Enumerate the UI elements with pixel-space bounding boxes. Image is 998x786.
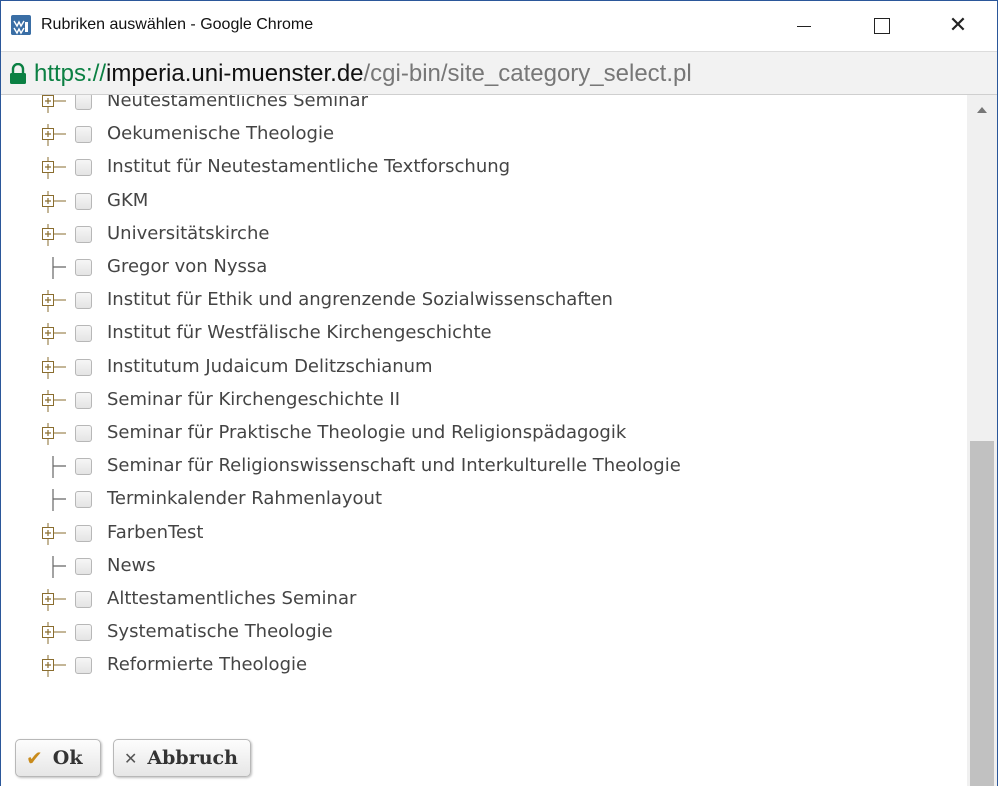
tree-item[interactable]: Institut für Ethik und angrenzende Sozia… bbox=[1, 286, 941, 319]
category-label: Reformierte Theologie bbox=[107, 654, 308, 676]
vertical-scrollbar[interactable] bbox=[967, 95, 997, 786]
category-label: News bbox=[107, 554, 156, 576]
category-label: GKM bbox=[107, 189, 149, 211]
category-checkbox[interactable] bbox=[75, 358, 92, 376]
tree-expand-icon[interactable] bbox=[41, 522, 67, 545]
tree-item[interactable]: Seminar für Praktische Theologie und Rel… bbox=[1, 419, 941, 452]
tree-item[interactable]: Institut für Neutestamentliche Textforsc… bbox=[1, 153, 941, 186]
category-checkbox[interactable] bbox=[75, 425, 92, 442]
minimize-button[interactable] bbox=[781, 1, 827, 51]
tree-expand-icon[interactable] bbox=[41, 655, 67, 678]
tree-expand-icon[interactable] bbox=[41, 290, 67, 313]
category-checkbox[interactable] bbox=[75, 159, 92, 177]
tree-item[interactable]: Universitätskirche bbox=[1, 220, 941, 253]
tree-branch-line-icon bbox=[41, 489, 67, 512]
tree-item[interactable]: GKM bbox=[1, 187, 941, 220]
category-checkbox[interactable] bbox=[75, 391, 92, 409]
tree-item[interactable]: Reformierte Theologie bbox=[1, 651, 941, 684]
tree-item[interactable]: Institutum Judaicum Delitzschianum bbox=[1, 353, 941, 386]
url-text[interactable]: https://imperia.uni-muenster.de/cgi-bin/… bbox=[34, 60, 692, 88]
scroll-up-button[interactable] bbox=[967, 95, 997, 125]
category-checkbox[interactable] bbox=[75, 591, 92, 608]
category-checkbox[interactable] bbox=[75, 292, 92, 310]
category-checkbox[interactable] bbox=[75, 657, 92, 675]
tree-expand-icon[interactable] bbox=[41, 95, 67, 113]
tree-item[interactable]: Terminkalender Rahmenlayout bbox=[1, 485, 941, 518]
category-label: Institut für Westfälische Kirchengeschic… bbox=[107, 322, 492, 344]
category-checkbox[interactable] bbox=[75, 225, 92, 243]
url-host: imperia.uni-muenster.de bbox=[106, 60, 364, 87]
tree-branch-line-icon bbox=[41, 456, 67, 479]
tree-item[interactable]: Seminar für Religionswissenschaft und In… bbox=[1, 452, 941, 485]
tree-expand-icon[interactable] bbox=[41, 589, 67, 611]
tree-expand-icon[interactable] bbox=[41, 356, 67, 379]
tree-item[interactable]: Neutestamentliches Seminar bbox=[1, 95, 941, 120]
address-bar[interactable]: https://imperia.uni-muenster.de/cgi-bin/… bbox=[1, 51, 997, 95]
cancel-button[interactable]: ✕ Abbruch bbox=[113, 739, 251, 777]
tree-item[interactable]: Institut für Westfälische Kirchengeschic… bbox=[1, 319, 941, 352]
close-button[interactable]: ✕ bbox=[935, 1, 981, 51]
category-label: Terminkalender Rahmenlayout bbox=[107, 488, 383, 510]
tree-expand-icon[interactable] bbox=[41, 157, 67, 180]
category-checkbox[interactable] bbox=[75, 557, 92, 575]
category-checkbox[interactable] bbox=[75, 95, 92, 110]
tree-item[interactable]: Seminar für Kirchengeschichte II bbox=[1, 386, 941, 419]
tree-expand-icon[interactable] bbox=[41, 323, 67, 346]
category-checkbox[interactable] bbox=[75, 192, 92, 210]
window-title: Rubriken auswählen - Google Chrome bbox=[41, 16, 314, 33]
university-logo-icon bbox=[11, 15, 31, 35]
category-checkbox[interactable] bbox=[75, 491, 92, 509]
tree-branch-line-icon bbox=[41, 555, 67, 578]
checkmark-icon: ✔ bbox=[26, 746, 43, 770]
cross-icon: ✕ bbox=[124, 748, 138, 768]
category-label: Seminar für Religionswissenschaft und In… bbox=[107, 455, 681, 477]
category-checkbox[interactable] bbox=[75, 458, 92, 476]
category-label: Gregor von Nyssa bbox=[107, 256, 268, 277]
arrow-up-icon bbox=[977, 107, 987, 113]
category-checkbox[interactable] bbox=[75, 524, 92, 542]
tree-expand-icon[interactable] bbox=[41, 124, 67, 147]
category-label: Systematische Theologie bbox=[107, 621, 333, 643]
category-label: Seminar für Praktische Theologie und Rel… bbox=[107, 422, 627, 443]
category-checkbox[interactable] bbox=[75, 259, 92, 276]
category-label: Seminar für Kirchengeschichte II bbox=[107, 388, 401, 410]
maximize-button[interactable] bbox=[859, 1, 905, 51]
tree-expand-icon[interactable] bbox=[41, 622, 67, 645]
category-label: Institutum Judaicum Delitzschianum bbox=[107, 355, 433, 377]
category-select-page: Neutestamentliches Seminar Oekumenische T… bbox=[1, 95, 997, 786]
category-label: Institut für Neutestamentliche Textforsc… bbox=[107, 156, 511, 178]
minimize-icon bbox=[797, 25, 811, 27]
scrollbar-thumb[interactable] bbox=[970, 441, 994, 786]
tree-item[interactable]: Systematische Theologie bbox=[1, 618, 941, 651]
tree-item[interactable]: News bbox=[1, 552, 941, 585]
tree-item[interactable]: Gregor von Nyssa bbox=[1, 253, 941, 286]
tree-item[interactable]: Alttestamentliches Seminar bbox=[1, 585, 941, 618]
tree-expand-icon[interactable] bbox=[41, 423, 67, 445]
category-label: Alttestamentliches Seminar bbox=[107, 588, 357, 609]
close-icon: ✕ bbox=[948, 13, 968, 38]
category-checkbox[interactable] bbox=[75, 325, 92, 343]
tree-expand-icon[interactable] bbox=[41, 190, 67, 213]
browser-popup-window: Rubriken auswählen - Google Chrome ✕ htt… bbox=[0, 0, 998, 786]
category-label: Universitätskirche bbox=[107, 222, 270, 244]
url-path: /cgi-bin/site_category_select.pl bbox=[363, 60, 692, 87]
category-checkbox[interactable] bbox=[75, 126, 92, 144]
url-scheme: https:// bbox=[34, 60, 107, 87]
category-label: FarbenTest bbox=[107, 521, 204, 543]
category-label: Neutestamentliches Seminar bbox=[107, 95, 368, 111]
ok-button[interactable]: ✔ Ok bbox=[15, 739, 101, 777]
tree-item[interactable]: FarbenTest bbox=[1, 519, 941, 552]
cancel-button-label: Abbruch bbox=[147, 747, 238, 769]
category-label: Oekumenische Theologie bbox=[107, 123, 335, 145]
maximize-icon bbox=[874, 18, 890, 34]
tree-expand-icon[interactable] bbox=[41, 389, 67, 412]
category-label: Institut für Ethik und angrenzende Sozia… bbox=[107, 289, 613, 311]
tree-item[interactable]: Oekumenische Theologie bbox=[1, 120, 941, 153]
tree-branch-line-icon bbox=[41, 257, 67, 279]
title-bar[interactable]: Rubriken auswählen - Google Chrome ✕ bbox=[1, 1, 997, 51]
lock-icon bbox=[9, 62, 27, 85]
category-checkbox[interactable] bbox=[75, 624, 92, 642]
ok-button-label: Ok bbox=[52, 747, 83, 769]
tree-expand-icon[interactable] bbox=[41, 223, 67, 246]
